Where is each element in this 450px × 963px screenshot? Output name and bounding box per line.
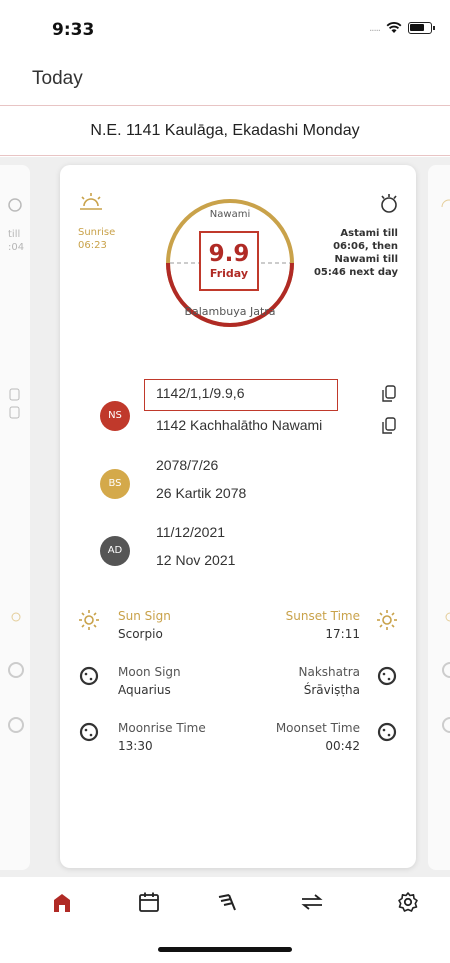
- festival-label: Balambuya Jatra: [184, 305, 276, 318]
- sun-sign-label: Sun Sign: [118, 609, 171, 623]
- moonset-label: Moonset Time: [275, 721, 360, 735]
- moon-info-row: Moon Sign Aquarius Nakshatra Śrāviṣṭha: [78, 665, 398, 701]
- previous-day-card[interactable]: till :04: [0, 165, 30, 870]
- astro-icons: [8, 612, 24, 733]
- moon-icon: [377, 666, 397, 686]
- home-icon: [54, 894, 70, 912]
- sun-icon: [377, 610, 397, 630]
- next-day-card[interactable]: [428, 165, 450, 870]
- bs-date-text: 26 Kartik 2078: [156, 485, 247, 501]
- ad-badge-label: AD: [107, 545, 123, 556]
- copy-icon[interactable]: [382, 385, 396, 403]
- previous-day-text: :04: [8, 242, 25, 253]
- bs-badge: BS: [100, 469, 130, 499]
- moonrise-value: 13:30: [118, 739, 153, 753]
- ns-badge: NS: [100, 401, 130, 431]
- bs-badge-label: BS: [108, 478, 122, 489]
- weekday-label: Friday: [209, 267, 249, 280]
- moon-sign-label: Moon Sign: [118, 665, 181, 679]
- moon-phase-icon: [8, 198, 22, 212]
- moonrise-info-row: Moonrise Time 13:30 Moonset Time 00:42: [78, 721, 398, 757]
- ns-date-text: 1142 Kachhalātho Nawami: [156, 417, 323, 433]
- sun-info-row: Sun Sign Scorpio Sunset Time 17:11: [78, 609, 398, 645]
- moon-icon: [79, 722, 99, 742]
- home-indicator: [158, 947, 292, 952]
- sun-icon: [441, 199, 450, 208]
- moon-icon: [377, 722, 397, 742]
- ns-date-numeric: 1142/1,1/9.9,6: [156, 385, 245, 401]
- ad-date-numeric: 11/12/2021: [156, 524, 226, 540]
- moon-phase-icon: [381, 194, 397, 213]
- moon-icon: [79, 666, 99, 686]
- signal-icon: .....: [369, 22, 381, 34]
- status-time: 9:33: [52, 20, 95, 40]
- tab-rituals[interactable]: [212, 887, 242, 917]
- sunrise-label: Sunrise: [78, 227, 116, 238]
- copy-icon: [9, 388, 20, 419]
- nepal-date-number: 9.9: [208, 241, 250, 267]
- today-card: Sunrise 06:23 Astami till 06:06, then Na…: [60, 165, 416, 868]
- sun-sign-value: Scorpio: [118, 627, 163, 641]
- settings-icon: [398, 892, 418, 912]
- status-bar: 9:33 .....: [0, 0, 450, 58]
- dial-paksha: Nawami: [209, 209, 251, 220]
- astro-icons: [442, 612, 450, 733]
- mountain-icon: [218, 894, 236, 911]
- copy-icon[interactable]: [382, 417, 396, 435]
- calendar-icon: [139, 892, 159, 912]
- nakshatra-value: Śrāviṣṭha: [303, 683, 360, 697]
- sunset-value: 17:11: [325, 627, 360, 641]
- bs-date-numeric: 2078/7/26: [156, 457, 219, 473]
- wifi-icon: [386, 22, 402, 33]
- battery-icon: [408, 22, 435, 34]
- tab-converter[interactable]: [297, 887, 327, 917]
- tithi-info: Astami till 06:06, then Nawami till 05:4…: [313, 228, 398, 278]
- sunrise-icon: [80, 193, 102, 210]
- ns-badge-label: NS: [108, 410, 122, 421]
- ad-badge: AD: [100, 536, 130, 566]
- sun-icon: [79, 610, 99, 630]
- moonrise-label: Moonrise Time: [118, 721, 206, 735]
- page-title: Today: [32, 68, 83, 89]
- app-header: Today: [0, 58, 450, 106]
- status-icons: .....: [369, 22, 435, 34]
- tithi-dial: Nawami 9.9 Friday Balambuya Jatra: [164, 183, 296, 331]
- moonset-value: 00:42: [325, 739, 360, 753]
- nepal-era-date-banner: N.E. 1141 Kaulāga, Ekadashi Monday: [0, 106, 450, 156]
- ad-date-text: 12 Nov 2021: [156, 552, 236, 568]
- sunset-label: Sunset Time: [285, 609, 360, 623]
- tab-settings[interactable]: [393, 887, 423, 917]
- sunrise-time: 06:23: [78, 240, 107, 251]
- tab-home[interactable]: [47, 887, 77, 917]
- nakshatra-label: Nakshatra: [298, 665, 360, 679]
- tab-calendar[interactable]: [134, 887, 164, 917]
- moon-sign-value: Aquarius: [118, 683, 171, 697]
- previous-day-text: till: [8, 229, 21, 240]
- date-highlight-box: 9.9 Friday: [199, 231, 259, 291]
- convert-icon: [301, 894, 323, 910]
